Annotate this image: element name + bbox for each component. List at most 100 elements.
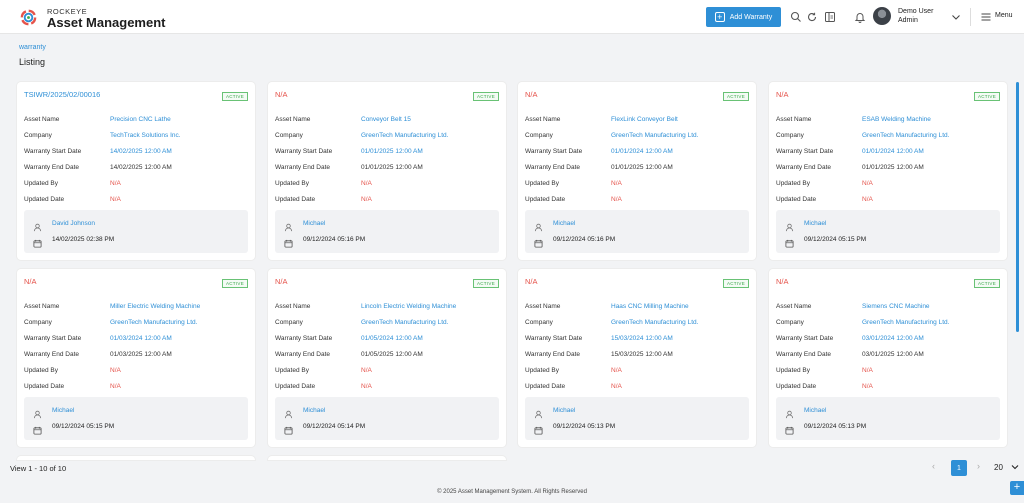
add-warranty-label: Add Warranty — [729, 13, 773, 21]
created-date: 09/12/2024 05:13 PM — [804, 423, 867, 430]
created-by[interactable]: Michael — [52, 407, 74, 414]
warranty-card[interactable]: TSIWR/2025/02/00016 ACTIVE Asset Name Preci… — [17, 82, 255, 260]
field-value-start: 14/02/2025 12:00 AM — [110, 148, 172, 155]
field-value-end: 15/03/2025 12:00 AM — [611, 351, 673, 358]
field-value-asset[interactable]: Miller Electric Welding Machine — [110, 303, 200, 310]
warranty-card[interactable]: N/A ACTIVE Asset Name Lincoln Electric Weld… — [268, 269, 506, 447]
field-row-end: Warranty End Date 14/02/2025 12:00 AM — [24, 164, 248, 173]
warranty-card[interactable]: N/A ACTIVE Asset Name Conveyor Belt 15 Compa… — [268, 82, 506, 260]
field-value-company[interactable]: GreenTech Manufacturing Ltd. — [611, 132, 698, 139]
page-number-button[interactable]: 1 — [951, 460, 967, 476]
field-value-company[interactable]: GreenTech Manufacturing Ltd. — [361, 319, 448, 326]
created-info-box: Michael 09/12/2024 05:15 PM — [24, 397, 248, 440]
warranty-number[interactable]: N/A — [275, 277, 288, 286]
field-value-asset[interactable]: Precision CNC Lathe — [110, 116, 171, 123]
field-label: Company — [24, 319, 52, 326]
warranty-card[interactable]: N/A ACTIVE Asset Name Miller Electric Weldi… — [17, 269, 255, 447]
field-label: Updated By — [24, 367, 58, 374]
created-date: 09/12/2024 05:16 PM — [303, 236, 366, 243]
field-label: Warranty Start Date — [525, 335, 583, 342]
warranty-number[interactable]: N/A — [275, 90, 288, 99]
menu-button[interactable]: Menu — [995, 12, 1013, 19]
created-date: 09/12/2024 05:16 PM — [553, 236, 616, 243]
page-size-select[interactable]: 20 — [994, 463, 1003, 472]
warranty-card[interactable]: N/A ACTIVE Asset Name Siemens CNC Machine Co… — [769, 269, 1007, 447]
scrollbar[interactable] — [1016, 82, 1019, 332]
warranty-number[interactable]: N/A — [525, 90, 538, 99]
app-title: Asset Management — [47, 15, 166, 30]
created-info-box: Michael 09/12/2024 05:15 PM — [776, 210, 1000, 253]
field-value-updated-by: N/A — [862, 367, 873, 374]
hamburger-icon[interactable] — [980, 11, 992, 23]
created-date: 09/12/2024 05:14 PM — [303, 423, 366, 430]
field-value-company[interactable]: GreenTech Manufacturing Ltd. — [361, 132, 448, 139]
field-row-end: Warranty End Date 01/01/2025 12:00 AM — [776, 164, 1000, 173]
warranty-number[interactable]: N/A — [525, 277, 538, 286]
field-label: Updated By — [525, 367, 559, 374]
field-value-updated-date: N/A — [361, 196, 372, 203]
field-value-updated-date: N/A — [862, 196, 873, 203]
warranty-card[interactable]: N/A ACTIVE Asset Name Haas CNC Milling Mach… — [518, 269, 756, 447]
field-value-end: 03/01/2025 12:00 AM — [862, 351, 924, 358]
field-row-end: Warranty End Date 01/01/2025 12:00 AM — [275, 164, 499, 173]
created-by[interactable]: Michael — [553, 220, 575, 227]
created-by[interactable]: Michael — [804, 407, 826, 414]
add-fab-button[interactable]: + — [1010, 481, 1024, 495]
field-value-company[interactable]: TechTrack Solutions Inc. — [110, 132, 181, 139]
field-row-end: Warranty End Date 01/03/2025 12:00 AM — [24, 351, 248, 360]
warranty-number[interactable]: N/A — [24, 277, 37, 286]
prev-page-button[interactable]: ‹ — [932, 461, 935, 471]
field-row-updated-date: Updated Date N/A — [275, 383, 499, 392]
refresh-icon[interactable] — [806, 11, 818, 23]
layout-icon[interactable] — [824, 11, 836, 23]
field-row-asset: Asset Name Siemens CNC Machine — [776, 303, 1000, 312]
field-value-asset[interactable]: Haas CNC Milling Machine — [611, 303, 689, 310]
add-warranty-button[interactable]: + Add Warranty — [706, 7, 781, 27]
field-label: Company — [275, 132, 303, 139]
created-by[interactable]: David Johnson — [52, 220, 95, 227]
calendar-icon — [284, 235, 293, 248]
card-partial — [268, 456, 506, 460]
field-label: Updated Date — [776, 383, 817, 390]
field-value-company[interactable]: GreenTech Manufacturing Ltd. — [862, 319, 949, 326]
card-partial — [17, 456, 255, 460]
search-icon[interactable] — [790, 11, 802, 23]
chevron-down-icon[interactable] — [1011, 463, 1019, 471]
chevron-down-icon[interactable] — [950, 11, 962, 23]
warranty-number[interactable]: N/A — [776, 90, 789, 99]
warranty-card[interactable]: N/A ACTIVE Asset Name FlexLink Conveyor Bel… — [518, 82, 756, 260]
field-value-asset[interactable]: Siemens CNC Machine — [862, 303, 930, 310]
avatar[interactable] — [873, 7, 891, 25]
user-name: Demo User — [898, 8, 934, 15]
created-date: 09/12/2024 05:15 PM — [52, 423, 115, 430]
field-label: Updated Date — [525, 383, 566, 390]
field-value-company[interactable]: GreenTech Manufacturing Ltd. — [611, 319, 698, 326]
field-value-company[interactable]: GreenTech Manufacturing Ltd. — [862, 132, 949, 139]
user-icon — [284, 406, 293, 419]
field-value-start: 01/05/2024 12:00 AM — [361, 335, 423, 342]
field-row-updated-by: Updated By N/A — [275, 367, 499, 376]
field-label: Updated Date — [24, 196, 65, 203]
field-label: Company — [525, 132, 553, 139]
field-value-updated-date: N/A — [862, 383, 873, 390]
field-value-asset[interactable]: Lincoln Electric Welding Machine — [361, 303, 456, 310]
warranty-number[interactable]: N/A — [776, 277, 789, 286]
created-by[interactable]: Michael — [303, 407, 325, 414]
created-by[interactable]: Michael — [303, 220, 325, 227]
next-page-button[interactable]: › — [977, 461, 980, 471]
calendar-icon — [284, 422, 293, 435]
field-row-company: Company GreenTech Manufacturing Ltd. — [275, 319, 499, 328]
field-row-end: Warranty End Date 03/01/2025 12:00 AM — [776, 351, 1000, 360]
field-value-company[interactable]: GreenTech Manufacturing Ltd. — [110, 319, 197, 326]
warranty-card[interactable]: N/A ACTIVE Asset Name ESAB Welding Machine C… — [769, 82, 1007, 260]
breadcrumb[interactable]: warranty — [19, 44, 46, 51]
bell-icon[interactable] — [854, 11, 866, 23]
field-value-asset[interactable]: FlexLink Conveyor Belt — [611, 116, 678, 123]
warranty-number[interactable]: TSIWR/2025/02/00016 — [24, 90, 100, 99]
created-by[interactable]: Michael — [804, 220, 826, 227]
field-value-asset[interactable]: ESAB Welding Machine — [862, 116, 931, 123]
created-by[interactable]: Michael — [553, 407, 575, 414]
field-label: Warranty Start Date — [275, 335, 333, 342]
field-label: Updated By — [24, 180, 58, 187]
field-value-asset[interactable]: Conveyor Belt 15 — [361, 116, 411, 123]
